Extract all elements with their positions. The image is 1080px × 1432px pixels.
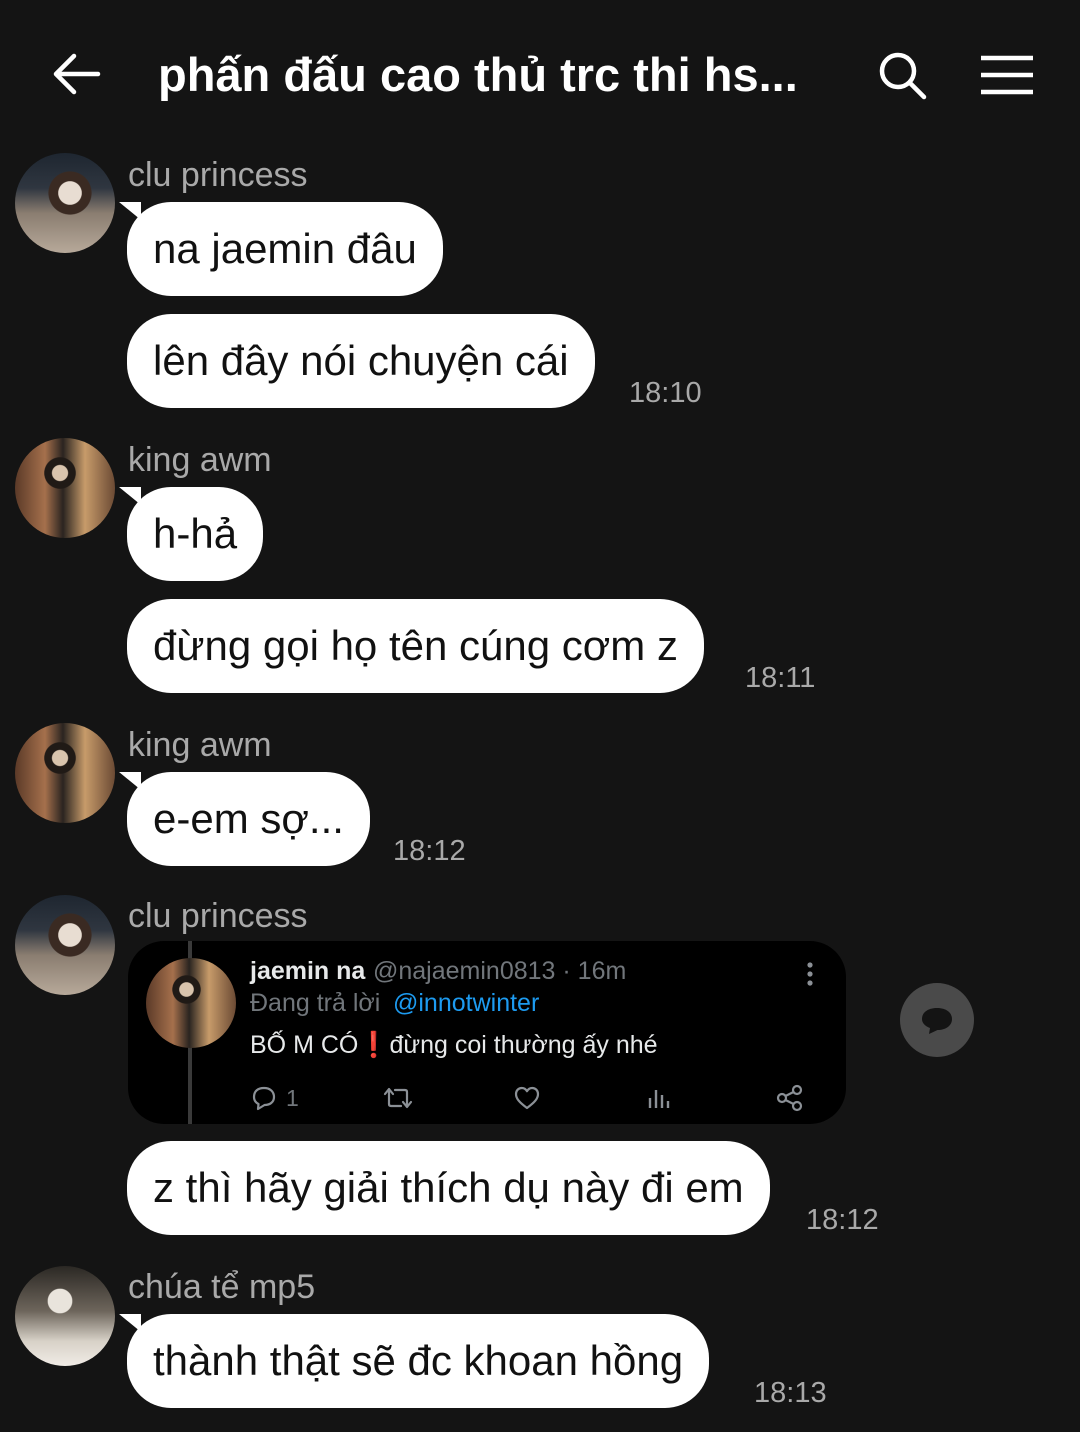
replying-to-label: Đang trả lời (250, 989, 381, 1017)
sender-name: clu princess (128, 897, 308, 935)
message-bubble[interactable]: e-em sợ... (119, 772, 370, 866)
tweet-text: BỐ M CÓ❗đừng coi thường ấy nhé (250, 1031, 658, 1060)
message-bubble[interactable]: thành thật sẽ đc khoan hồng (118, 1314, 710, 1408)
message-time: 18:11 (745, 662, 816, 694)
comment-bubble-icon[interactable] (900, 983, 974, 1057)
avatar[interactable] (15, 438, 115, 538)
app-header: phấn đấu cao thủ trc thi hs... (0, 0, 1080, 150)
avatar[interactable] (15, 1266, 115, 1366)
share-action[interactable] (775, 1083, 805, 1113)
views-action[interactable] (646, 1083, 672, 1113)
more-options-icon[interactable] (800, 961, 820, 987)
like-action[interactable] (513, 1083, 541, 1113)
reply-mention-link[interactable]: @innotwinter (393, 989, 539, 1018)
sender-name: king awm (128, 441, 272, 479)
reply-action[interactable]: 1 (250, 1083, 299, 1113)
sender-name: king awm (128, 726, 272, 764)
back-arrow-icon[interactable] (50, 50, 102, 98)
avatar[interactable] (15, 895, 115, 995)
hamburger-menu-icon[interactable] (978, 54, 1036, 96)
tweet-author-name[interactable]: jaemin na (250, 957, 365, 986)
avatar[interactable] (15, 153, 115, 253)
retweet-icon (383, 1087, 413, 1109)
retweet-action[interactable] (382, 1083, 414, 1113)
reply-count: 1 (286, 1084, 299, 1111)
chat-title: phấn đấu cao thủ trc thi hs... (158, 48, 798, 101)
message-time: 18:13 (754, 1377, 827, 1409)
heart-icon (514, 1086, 540, 1110)
share-icon (776, 1084, 803, 1112)
shared-tweet-card[interactable]: jaemin na @najaemin0813 · 16m Đang trả l… (128, 941, 846, 1124)
analytics-icon (648, 1090, 670, 1108)
search-icon[interactable] (876, 50, 930, 102)
message-bubble[interactable]: z thì hãy giải thích dụ này đi em (127, 1141, 770, 1235)
message-time: 18:10 (629, 377, 702, 409)
message-time: 18:12 (806, 1204, 879, 1236)
tweet-text-part: đừng coi thường ấy nhé (389, 1031, 658, 1059)
tweet-handle-time: @najaemin0813 · 16m (373, 957, 627, 985)
tweet-avatar[interactable] (146, 958, 236, 1048)
avatar[interactable] (15, 723, 115, 823)
exclamation-emoji: ❗ (358, 1031, 390, 1059)
sender-name: chúa tể mp5 (128, 1268, 316, 1306)
message-time: 18:12 (393, 835, 466, 867)
reply-icon (252, 1086, 276, 1111)
sender-name: clu princess (128, 156, 308, 194)
message-bubble[interactable]: na jaemin đâu (119, 202, 443, 296)
message-bubble[interactable]: h-hả (118, 487, 264, 581)
tweet-text-part: BỐ M CÓ (250, 1031, 359, 1059)
message-bubble[interactable]: đừng gọi họ tên cúng cơm z (127, 599, 704, 693)
message-bubble[interactable]: lên đây nói chuyện cái (127, 314, 595, 408)
